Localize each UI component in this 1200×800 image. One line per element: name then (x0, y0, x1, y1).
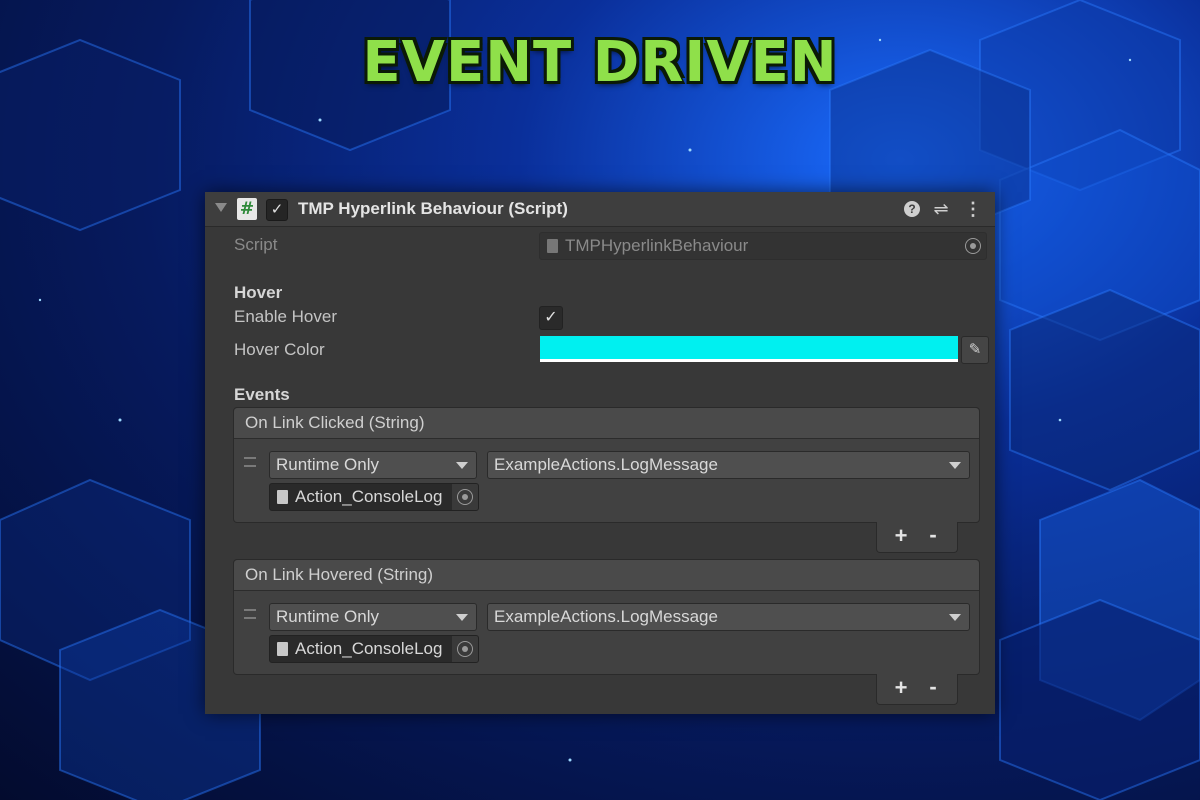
object-picker-icon (457, 489, 473, 505)
event-title: On Link Clicked (String) (245, 413, 425, 432)
target-object-value: Action_ConsoleLog (295, 487, 443, 506)
foldout-arrow-icon[interactable] (215, 203, 227, 212)
hover-section-label: Hover (234, 283, 283, 302)
hover-color-label: Hover Color (234, 340, 325, 359)
script-hash-icon: # (237, 198, 257, 220)
asset-file-icon (277, 642, 288, 656)
hover-color-field[interactable] (540, 336, 958, 362)
event-header: On Link Hovered (String) (234, 560, 979, 591)
add-listener-button[interactable]: + (891, 675, 911, 701)
event-list-buttons: + - (876, 674, 958, 705)
chevron-down-icon (949, 614, 961, 621)
object-picker-icon (457, 641, 473, 657)
drag-handle-icon[interactable] (244, 457, 256, 467)
event-title: On Link Hovered (String) (245, 565, 434, 584)
function-dropdown[interactable]: ExampleActions.LogMessage (487, 603, 970, 631)
runtime-mode-value: Runtime Only (276, 455, 379, 474)
runtime-mode-dropdown[interactable]: Runtime Only (269, 451, 477, 479)
help-icon[interactable]: ? (902, 199, 922, 219)
presets-sliders-icon[interactable]: ⇌ (931, 199, 951, 219)
script-label: Script (234, 235, 278, 254)
component-enable-checkbox[interactable]: ✓ (266, 199, 288, 221)
event-listener-row: Runtime Only ExampleActions.LogMessage A… (234, 439, 979, 523)
event-header: On Link Clicked (String) (234, 408, 979, 439)
runtime-mode-value: Runtime Only (276, 607, 379, 626)
component-header[interactable]: # ✓ TMP Hyperlink Behaviour (Script) ? ⇌… (205, 192, 995, 227)
object-picker-icon[interactable] (965, 238, 981, 254)
chevron-down-icon (456, 462, 468, 469)
object-picker-button[interactable] (452, 636, 478, 662)
script-object-field: TMPHyperlinkBehaviour (539, 232, 987, 260)
script-value: TMPHyperlinkBehaviour (565, 236, 749, 255)
event-listener-row: Runtime Only ExampleActions.LogMessage A… (234, 591, 979, 675)
runtime-mode-dropdown[interactable]: Runtime Only (269, 603, 477, 631)
enable-hover-label: Enable Hover (234, 307, 338, 326)
function-value: ExampleActions.LogMessage (494, 455, 718, 474)
function-dropdown[interactable]: ExampleActions.LogMessage (487, 451, 970, 479)
banner-title: EVENT DRIVEN (362, 30, 838, 95)
add-listener-button[interactable]: + (891, 523, 911, 549)
more-options-icon[interactable]: ⋮ (963, 199, 983, 219)
remove-listener-button[interactable]: - (923, 522, 943, 548)
component-title: TMP Hyperlink Behaviour (Script) (298, 199, 568, 218)
function-value: ExampleActions.LogMessage (494, 607, 718, 626)
events-section-label: Events (234, 385, 290, 404)
chevron-down-icon (456, 614, 468, 621)
object-picker-button[interactable] (452, 484, 478, 510)
event-on-link-hovered: On Link Hovered (String) Runtime Only Ex… (233, 559, 980, 675)
target-object-value: Action_ConsoleLog (295, 639, 443, 658)
drag-handle-icon[interactable] (244, 609, 256, 619)
asset-file-icon (277, 490, 288, 504)
remove-listener-button[interactable]: - (923, 674, 943, 700)
target-object-field[interactable]: Action_ConsoleLog (269, 635, 479, 663)
eyedropper-icon[interactable]: ✎ (961, 336, 989, 364)
target-object-field[interactable]: Action_ConsoleLog (269, 483, 479, 511)
event-list-buttons: + - (876, 522, 958, 553)
enable-hover-checkbox[interactable]: ✓ (539, 306, 563, 330)
script-file-icon (547, 239, 558, 253)
chevron-down-icon (949, 462, 961, 469)
inspector-component-panel: # ✓ TMP Hyperlink Behaviour (Script) ? ⇌… (205, 192, 995, 714)
event-on-link-clicked: On Link Clicked (String) Runtime Only Ex… (233, 407, 980, 523)
